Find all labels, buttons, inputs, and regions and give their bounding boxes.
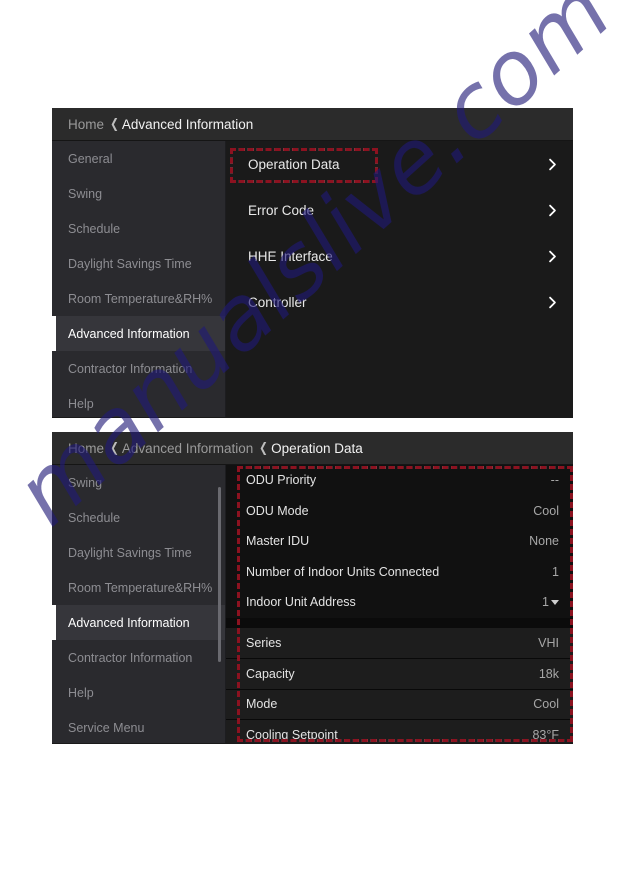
- menu-item-controller[interactable]: Controller: [226, 279, 573, 325]
- row-label-capacity: Capacity: [246, 666, 295, 681]
- row-label-mode: Mode: [246, 697, 278, 712]
- row-label-cooling-setpoint: Cooling Setpoint: [246, 727, 338, 742]
- sidebar-item-advanced-information[interactable]: Advanced Information: [52, 605, 225, 640]
- row-value-capacity: 18k: [538, 666, 559, 681]
- breadcrumb-item-advanced-information[interactable]: Advanced Information: [122, 117, 253, 132]
- table-row[interactable]: ODU Mode Cool: [226, 495, 573, 526]
- chevron-right-icon: [549, 204, 556, 216]
- breadcrumb-item-home[interactable]: Home: [68, 117, 104, 132]
- sidebar-item-room-temperature-rh[interactable]: Room Temperature&RH%: [52, 570, 225, 605]
- screenshot-panel-operation-data: Home ❮ Advanced Information ❮ Operation …: [52, 432, 573, 744]
- row-value-odu-mode: Cool: [533, 503, 559, 518]
- sidebar-item-help[interactable]: Help: [52, 386, 225, 417]
- breadcrumb-item-operation-data[interactable]: Operation Data: [271, 441, 363, 456]
- sidebar-item-service-menu[interactable]: Service Menu: [52, 710, 225, 743]
- sidebar-item-label: Daylight Savings Time: [68, 545, 192, 560]
- sidebar-item-label: Room Temperature&RH%: [68, 291, 213, 306]
- chevron-left-icon: ❮: [110, 116, 119, 131]
- breadcrumb-item-home[interactable]: Home: [68, 441, 104, 456]
- chevron-left-icon: ❮: [110, 440, 119, 455]
- row-value-mode: Cool: [533, 697, 559, 712]
- sidebar-item-label: Service Menu: [68, 720, 145, 735]
- chevron-right-icon: [549, 250, 556, 262]
- row-label-series: Series: [246, 635, 282, 650]
- table-row[interactable]: Series VHI: [226, 627, 573, 658]
- sidebar-item-label: Room Temperature&RH%: [68, 580, 213, 595]
- list-group-divider: [226, 617, 573, 628]
- row-value-master-idu: None: [529, 534, 559, 549]
- row-value-series: VHI: [538, 635, 559, 650]
- menu-item-label: HHE Interface: [248, 248, 333, 264]
- sidebar-item-daylight-savings-time[interactable]: Daylight Savings Time: [52, 246, 225, 281]
- table-row[interactable]: Number of Indoor Units Connected 1: [226, 556, 573, 587]
- sidebar-item-label: Schedule: [68, 510, 121, 525]
- row-label-master-idu: Master IDU: [246, 534, 310, 549]
- screenshot-panel-advanced-information: Home ❮ Advanced Information General Swin…: [52, 108, 573, 418]
- sidebar-item-label: Daylight Savings Time: [68, 256, 192, 271]
- row-value-number-of-indoor-units-connected: 1: [552, 564, 559, 579]
- sidebar-panel-two: Swing Schedule Daylight Savings Time Roo…: [52, 465, 226, 743]
- table-row[interactable]: Master IDU None: [226, 526, 573, 557]
- sidebar-item-help[interactable]: Help: [52, 675, 225, 710]
- row-label-indoor-unit-address: Indoor Unit Address: [246, 595, 356, 610]
- table-row[interactable]: Cooling Setpoint 83°F: [226, 719, 573, 743]
- menu-item-label: Error Code: [248, 202, 315, 218]
- row-label-odu-priority: ODU Priority: [246, 473, 317, 488]
- breadcrumb-item-advanced-information[interactable]: Advanced Information: [122, 441, 253, 456]
- sidebar-item-label: Swing: [68, 186, 103, 201]
- sidebar-item-label: Contractor Information: [68, 650, 193, 665]
- sidebar-item-contractor-information[interactable]: Contractor Information: [52, 640, 225, 675]
- sidebar-item-swing[interactable]: Swing: [52, 176, 225, 211]
- sidebar-item-advanced-information[interactable]: Advanced Information: [52, 316, 225, 351]
- menu-item-operation-data[interactable]: Operation Data: [226, 141, 573, 187]
- sidebar-item-schedule[interactable]: Schedule: [52, 211, 225, 246]
- row-label-number-of-indoor-units-connected: Number of Indoor Units Connected: [246, 564, 440, 579]
- breadcrumb-bar-panel-one: Home ❮ Advanced Information: [52, 108, 573, 141]
- sidebar-item-label: Contractor Information: [68, 361, 193, 376]
- sidebar-item-label: Advanced Information: [68, 326, 190, 341]
- chevron-left-icon: ❮: [259, 440, 269, 455]
- row-value-odu-priority: --: [550, 473, 559, 488]
- sidebar-item-label: Help: [68, 685, 94, 700]
- sidebar-item-general[interactable]: General: [52, 141, 225, 176]
- sidebar-scrollbar-thumb[interactable]: [218, 487, 221, 662]
- sidebar-item-label: General: [68, 151, 113, 166]
- table-row[interactable]: Mode Cool: [226, 688, 573, 719]
- table-row[interactable]: Capacity 18k: [226, 658, 573, 689]
- row-value-cooling-setpoint: 83°F: [532, 727, 559, 742]
- chevron-right-icon: [549, 296, 556, 308]
- sidebar-item-contractor-information[interactable]: Contractor Information: [52, 351, 225, 386]
- chevron-right-icon: [549, 158, 556, 170]
- sidebar-panel-one: General Swing Schedule Daylight Savings …: [52, 141, 226, 417]
- sidebar-item-label: Advanced Information: [68, 615, 190, 630]
- sidebar-item-label: Help: [68, 396, 94, 411]
- row-value-indoor-unit-address: 1: [542, 595, 549, 610]
- operation-data-list: ODU Priority -- ODU Mode Cool Master IDU…: [226, 465, 573, 743]
- panel-one-body: General Swing Schedule Daylight Savings …: [52, 141, 573, 417]
- sidebar-item-schedule[interactable]: Schedule: [52, 500, 225, 535]
- menu-item-hhe-interface[interactable]: HHE Interface: [226, 233, 573, 279]
- panel-two-body: Swing Schedule Daylight Savings Time Roo…: [52, 465, 573, 743]
- menu-item-error-code[interactable]: Error Code: [226, 187, 573, 233]
- sidebar-item-label: Swing: [68, 475, 103, 490]
- sidebar-item-daylight-savings-time[interactable]: Daylight Savings Time: [52, 535, 225, 570]
- menu-item-label: Controller: [248, 294, 307, 310]
- sidebar-item-room-temperature-rh[interactable]: Room Temperature&RH%: [52, 281, 225, 316]
- caret-down-icon[interactable]: [551, 599, 559, 605]
- table-row[interactable]: ODU Priority --: [226, 465, 573, 496]
- row-label-odu-mode: ODU Mode: [246, 503, 309, 518]
- content-list-panel-one: Operation Data Error Code HHE Interface …: [226, 141, 573, 417]
- table-row-indoor-unit-address[interactable]: Indoor Unit Address 1: [226, 587, 573, 618]
- menu-item-label: Operation Data: [248, 156, 340, 172]
- sidebar-item-label: Schedule: [68, 221, 121, 236]
- sidebar-item-swing[interactable]: Swing: [52, 465, 225, 500]
- breadcrumb-bar-panel-two: Home ❮ Advanced Information ❮ Operation …: [52, 432, 573, 465]
